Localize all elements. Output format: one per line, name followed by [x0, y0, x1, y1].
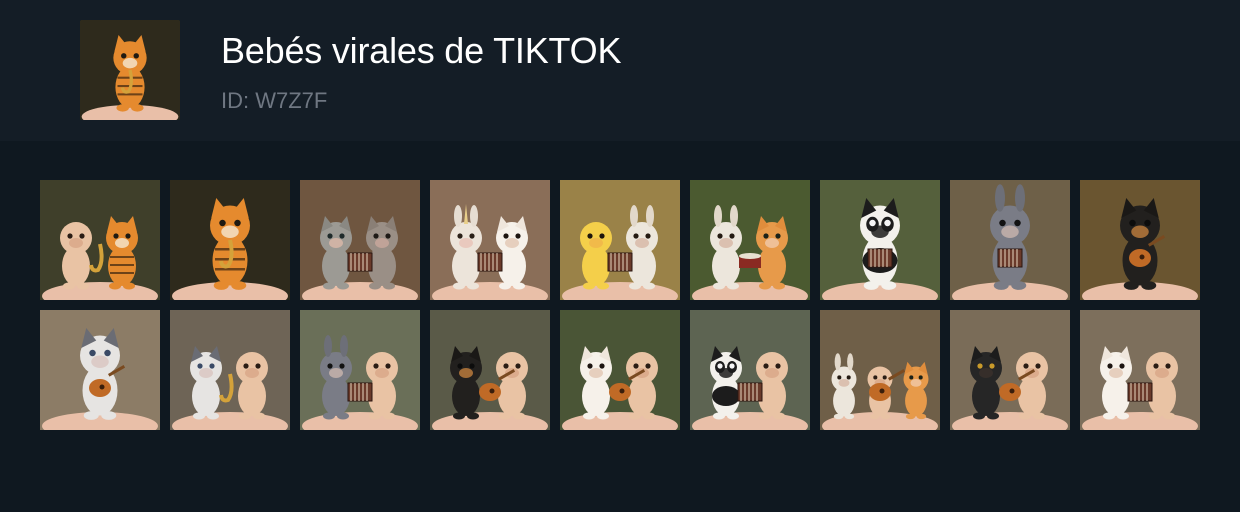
- sticker-tiger[interactable]: [170, 180, 290, 300]
- drum-icon: [739, 253, 761, 268]
- accordion-icon: [867, 248, 893, 268]
- sticker-donkey[interactable]: [950, 180, 1070, 300]
- accordion-icon: [737, 382, 763, 402]
- sticker-unicorn-and-pomeranian[interactable]: [430, 180, 550, 300]
- accordion-icon: [347, 252, 373, 272]
- sticker-goat-baby-and-kitten[interactable]: [820, 310, 940, 430]
- sticker-pomeranian-and-baby[interactable]: [1080, 310, 1200, 430]
- sticker-chick-and-goat[interactable]: [560, 180, 680, 300]
- accordion-icon: [997, 248, 1023, 268]
- accordion-icon: [1127, 382, 1153, 402]
- accordion-icon: [607, 252, 633, 272]
- pack-cover-image: [80, 20, 180, 120]
- unicorn-figure: [450, 204, 482, 290]
- sticker-puppy-and-baby[interactable]: [430, 310, 550, 430]
- sticker-goat-and-kitten[interactable]: [690, 180, 810, 300]
- pack-title: Bebés virales de TIKTOK: [221, 30, 622, 71]
- sticker-husky-pup[interactable]: [40, 310, 160, 430]
- sticker-cat-and-baby[interactable]: [950, 310, 1070, 430]
- sticker-pomeranian-and-baby[interactable]: [560, 310, 680, 430]
- sticker-grid: [40, 180, 1200, 430]
- accordion-icon: [477, 252, 503, 272]
- sticker-donkey-and-baby[interactable]: [300, 310, 420, 430]
- pack-id: ID: W7Z7F: [221, 88, 328, 113]
- sticker-panda-and-baby[interactable]: [690, 310, 810, 430]
- sticker-pack-header: Bebés virales de TIKTOK ID: W7Z7F: [0, 0, 1240, 141]
- accordion-icon: [347, 382, 373, 402]
- sticker-panda[interactable]: [820, 180, 940, 300]
- sticker-husky-and-baby[interactable]: [170, 310, 290, 430]
- sticker-puppy[interactable]: [1080, 180, 1200, 300]
- sticker-baby-and-tiger[interactable]: [40, 180, 160, 300]
- sticker-cat-and-elephant[interactable]: [300, 180, 420, 300]
